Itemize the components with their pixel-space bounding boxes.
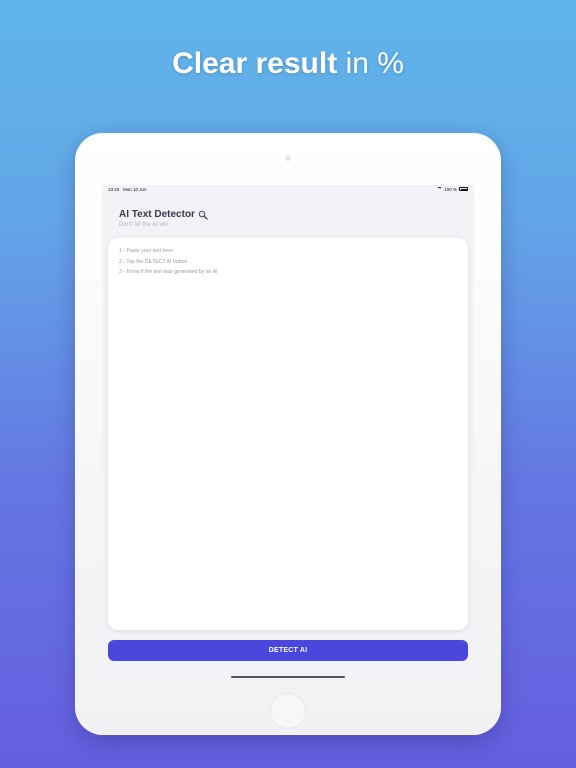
instruction-item: 3 - Know if the text was generated by an… (119, 269, 218, 275)
headline-strong: Clear result (172, 47, 338, 80)
status-date: Mon 10 Jun (123, 187, 147, 192)
page-title-text: AI Text Detector (119, 209, 195, 220)
promo-headline: Clear result in % (0, 44, 576, 84)
instruction-item: 1 - Paste your text here (119, 248, 173, 254)
text-input-area[interactable]: 1 - Paste your text here 2 - Tap the DET… (108, 238, 468, 630)
app-screen: 13:23 Mon 10 Jun 100 % AI Text Detector … (102, 185, 474, 681)
wifi-icon (437, 187, 443, 191)
page-title: AI Text Detector (119, 209, 208, 220)
instructions-placeholder: 1 - Paste your text here 2 - Tap the DET… (119, 246, 218, 278)
status-time: 13:23 (108, 187, 120, 192)
camera-icon (285, 155, 291, 161)
home-button (270, 693, 306, 729)
battery-icon (459, 187, 468, 191)
page-subtitle: Don't let the AI win (119, 222, 169, 228)
detect-ai-button[interactable]: DETECT AI (108, 640, 468, 661)
status-bar: 13:23 Mon 10 Jun 100 % (102, 185, 474, 195)
battery-percent: 100 % (444, 186, 457, 192)
headline-light: in % (337, 47, 404, 80)
home-indicator (231, 676, 345, 678)
status-right: 100 % (437, 187, 468, 192)
instruction-item: 2 - Tap the DETECT AI button (119, 258, 188, 265)
magnifier-icon (198, 210, 208, 220)
